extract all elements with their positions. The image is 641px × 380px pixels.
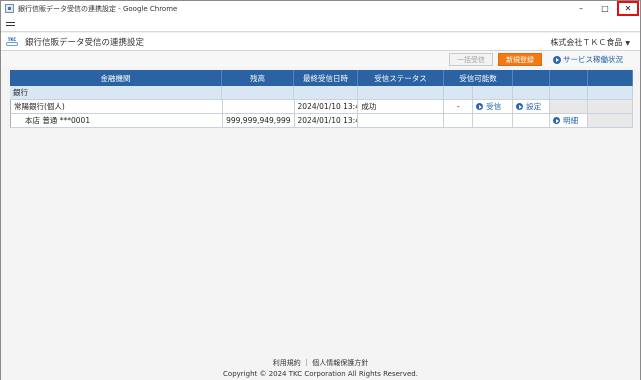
- site-settings-icon[interactable]: [6, 20, 16, 28]
- empty-cell: [550, 86, 588, 99]
- last-received-cell: 2024/01/10 13:41: [295, 100, 359, 113]
- arrow-circle-icon: [476, 103, 484, 110]
- close-button[interactable]: ✕: [617, 1, 639, 16]
- empty-cell: [550, 100, 589, 113]
- browser-toolbar: [1, 16, 640, 32]
- minimize-button[interactable]: –: [569, 1, 593, 16]
- column-header: [550, 70, 588, 86]
- arrow-circle-icon: [516, 103, 524, 110]
- browser-window: 銀行信販データ受信の連携設定 - Google Chrome – □ ✕ TKC…: [0, 0, 641, 380]
- status-cell: 成功: [358, 100, 445, 113]
- app-header: TKC 銀行信販データ受信の連携設定 株式会社ＴＫＣ食品 ▼: [1, 33, 640, 51]
- tkc-logo: TKC: [5, 37, 19, 47]
- detail-cell: 明細: [550, 114, 589, 127]
- footer-links[interactable]: 利用規約 ｜ 個人情報保護方針: [1, 358, 640, 369]
- empty-cell: [358, 86, 444, 99]
- table-header: 金融機関 残高 最終受信日時 受信ステータス 受信可能数: [10, 70, 633, 86]
- institution-name: 常陽銀行(個人): [11, 100, 223, 113]
- empty-cell: [222, 86, 294, 99]
- page-title: 銀行信販データ受信の連携設定: [25, 37, 145, 48]
- page-icon: [5, 4, 14, 13]
- empty-cell: [513, 86, 550, 99]
- balance-cell: [223, 100, 295, 113]
- column-header: 金融機関: [10, 70, 222, 86]
- empty-cell: [444, 114, 474, 127]
- detail-label: 明細: [563, 116, 579, 125]
- receivable-cell: -: [444, 100, 474, 113]
- receive-link[interactable]: 受信: [476, 101, 501, 112]
- column-header: 残高: [222, 70, 294, 86]
- last-received-cell: 2024/01/10 13:41: [295, 114, 359, 127]
- group-label: 銀行: [10, 86, 222, 99]
- detail-link[interactable]: 明細: [553, 115, 578, 126]
- arrow-circle-icon: [553, 55, 561, 64]
- account-name: 本店 普通 ***0001: [11, 114, 223, 127]
- maximize-button[interactable]: □: [593, 1, 617, 16]
- title-bar: 銀行信販データ受信の連携設定 - Google Chrome – □ ✕: [1, 1, 640, 16]
- empty-cell: [294, 86, 358, 99]
- arrow-circle-icon: [553, 117, 561, 124]
- action-bar: 一括受信 新規登録 サービス稼働状況: [1, 51, 640, 67]
- new-register-button[interactable]: 新規登録: [498, 53, 542, 66]
- copyright: Copyright © 2024 TKC Corporation All Rig…: [223, 370, 418, 378]
- column-header: [513, 70, 550, 86]
- empty-cell: [473, 86, 513, 99]
- receive-cell: 受信: [473, 100, 514, 113]
- empty-cell: [588, 86, 633, 99]
- bulk-receive-button[interactable]: 一括受信: [449, 53, 493, 66]
- settings-link[interactable]: 設定: [516, 101, 541, 112]
- empty-cell: [444, 86, 473, 99]
- logo-text: TKC: [7, 36, 17, 42]
- window-controls: – □ ✕: [569, 1, 640, 16]
- window-title: 銀行信販データ受信の連携設定 - Google Chrome: [18, 4, 178, 13]
- column-header: 受信可能数: [444, 70, 513, 86]
- empty-cell: [358, 114, 445, 127]
- settings-label: 設定: [526, 102, 542, 111]
- empty-cell: [513, 114, 551, 127]
- empty-cell: [588, 100, 633, 113]
- company-name: 株式会社ＴＫＣ食品: [550, 38, 623, 47]
- chevron-down-icon: ▼: [625, 40, 630, 47]
- empty-cell: [588, 114, 633, 127]
- receive-label: 受信: [486, 102, 502, 111]
- column-header: 受信ステータス: [358, 70, 444, 86]
- group-row: 銀行: [10, 86, 633, 100]
- footer: 利用規約 ｜ 個人情報保護方針 Copyright © 2024 TKC Cor…: [1, 358, 640, 380]
- column-header: 最終受信日時: [294, 70, 358, 86]
- empty-cell: [473, 114, 514, 127]
- balance-cell: 999,999,949,999: [223, 114, 295, 127]
- service-status-link[interactable]: サービス稼働状況: [553, 53, 623, 66]
- settings-cell: 設定: [513, 100, 551, 113]
- table-row: 常陽銀行(個人) 2024/01/10 13:41 成功 - 受信 設定: [10, 100, 633, 114]
- logo-shape: [6, 41, 18, 46]
- column-header: [588, 70, 633, 86]
- institutions-table: 金融機関 残高 最終受信日時 受信ステータス 受信可能数 銀行 常陽銀行(個人)…: [10, 70, 633, 128]
- company-selector[interactable]: 株式会社ＴＫＣ食品 ▼: [550, 37, 630, 48]
- main-content: 金融機関 残高 最終受信日時 受信ステータス 受信可能数 銀行 常陽銀行(個人)…: [1, 67, 640, 380]
- service-status-label: サービス稼働状況: [563, 55, 623, 64]
- account-row: 本店 普通 ***0001 999,999,949,999 2024/01/10…: [10, 114, 633, 128]
